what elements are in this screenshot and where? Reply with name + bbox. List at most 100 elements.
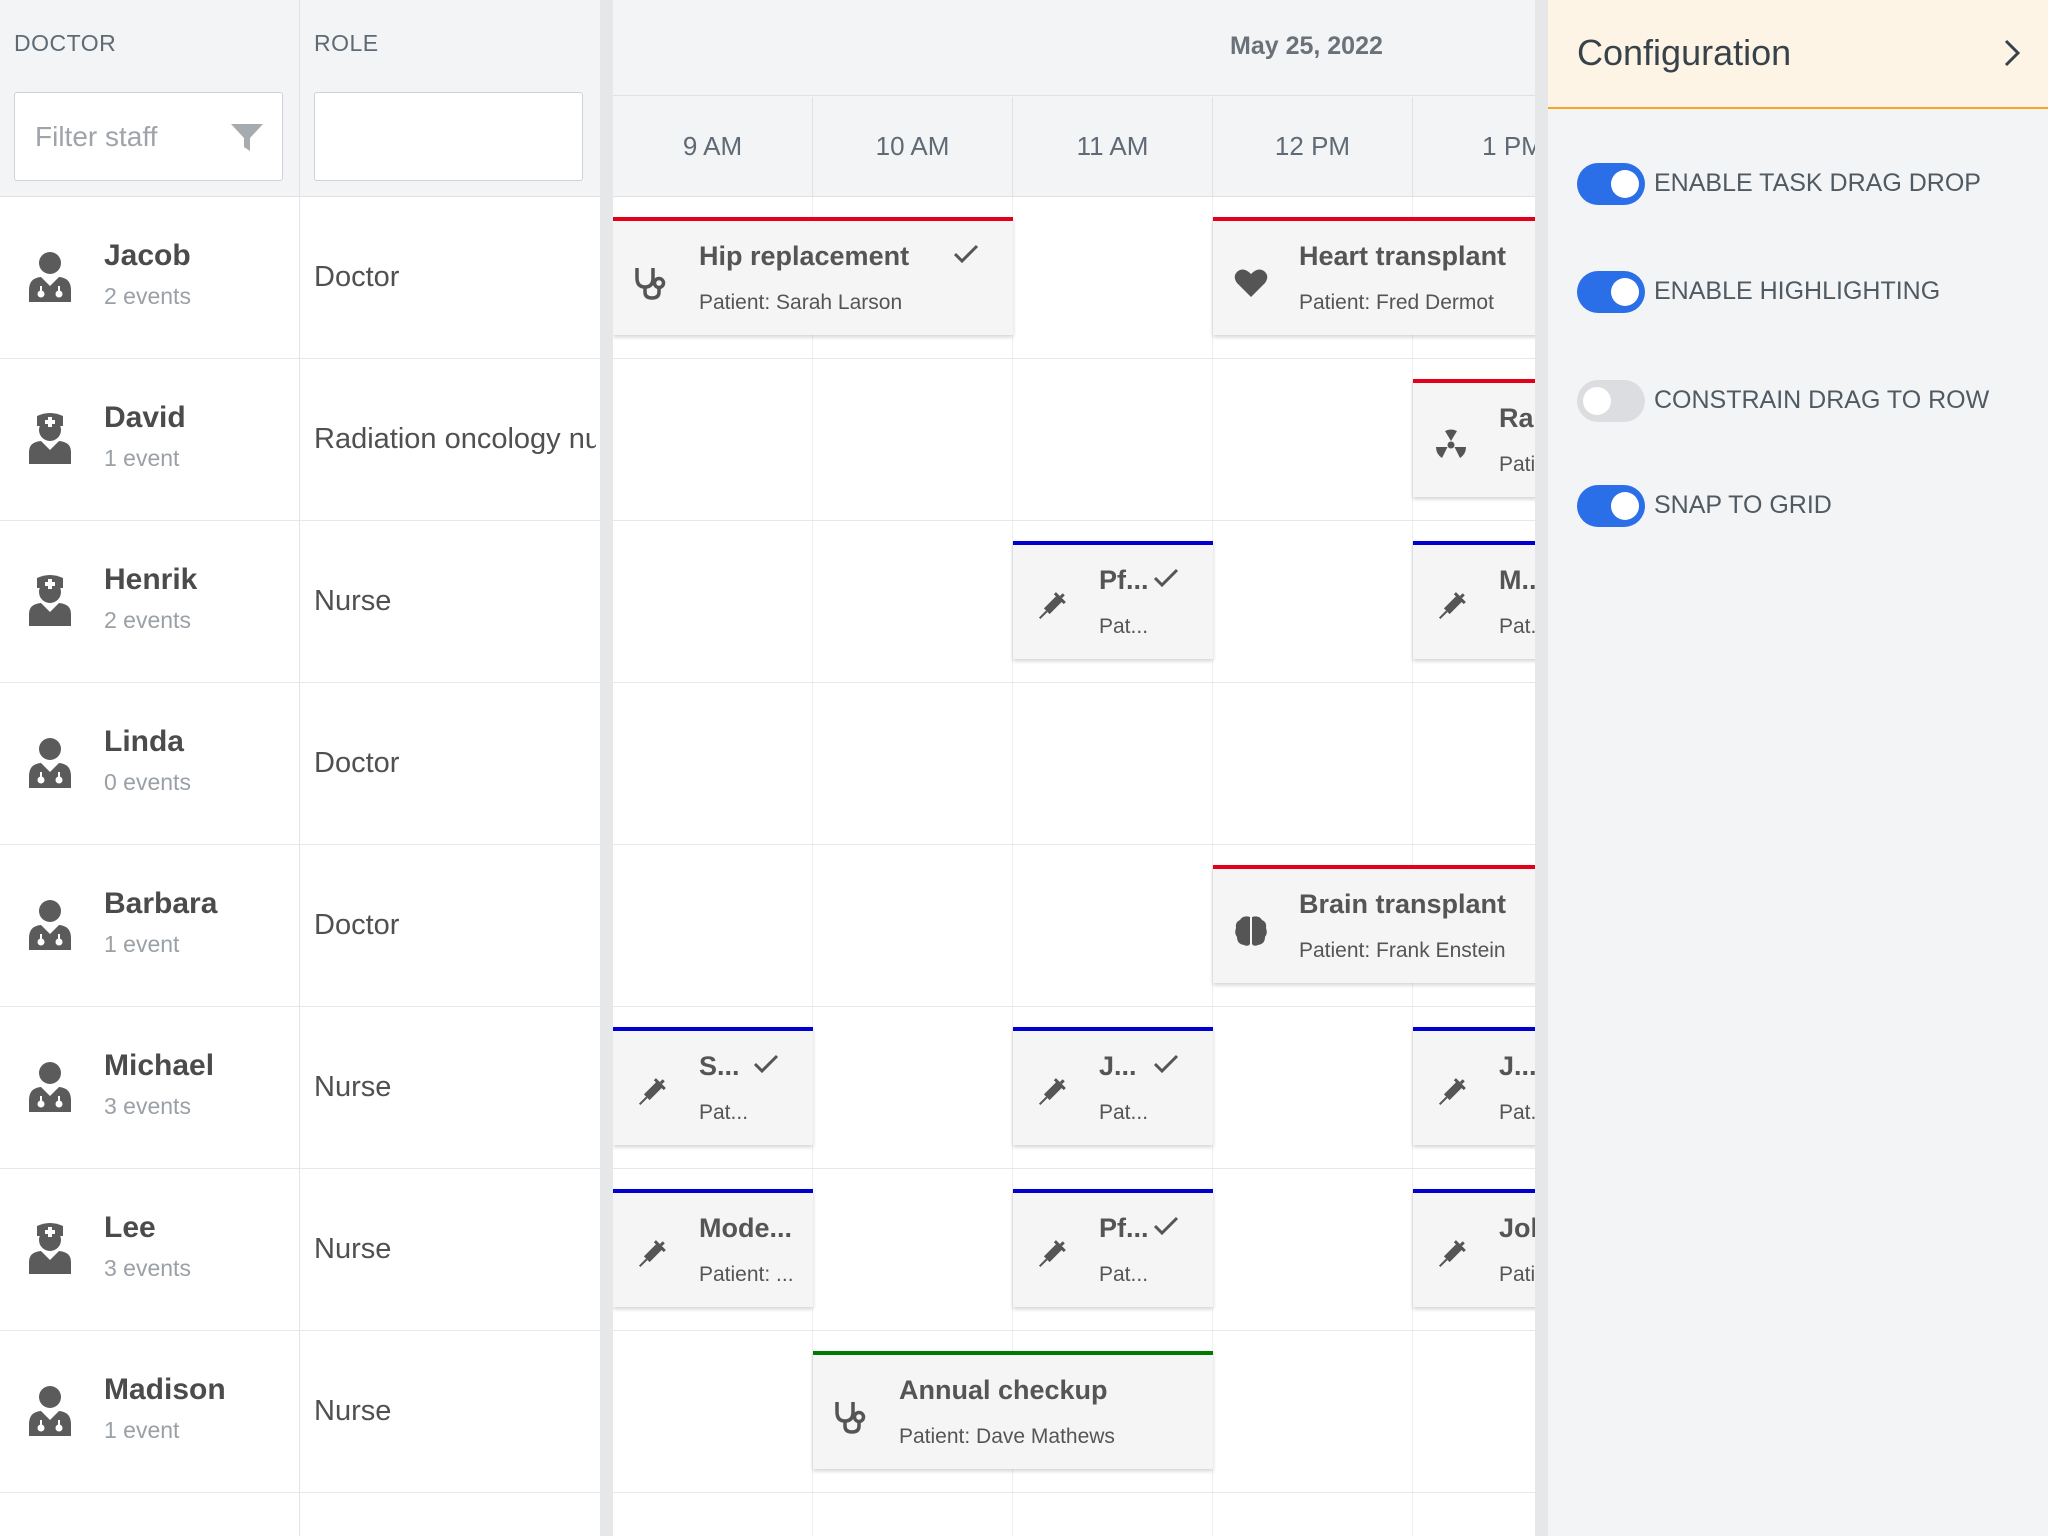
syringe-icon — [1033, 1237, 1069, 1273]
syringe-icon — [1033, 589, 1069, 625]
staff-row[interactable]: Barbara 1 event Doctor — [0, 845, 600, 1007]
toggle-knob — [1611, 278, 1639, 306]
event-vaccination[interactable]: S... Pat... — [613, 1027, 813, 1145]
event-annual-checkup[interactable]: Annual checkup Patient: Dave Mathews — [813, 1351, 1213, 1469]
event-brain-transplant[interactable]: Brain transplant Patient: Frank Enstein — [1213, 865, 1535, 983]
syringe-icon — [633, 1237, 669, 1273]
configuration-header: Configuration — [1548, 0, 2048, 109]
staff-name: Lee — [104, 1211, 156, 1244]
toggle-task-drag-drop[interactable] — [1577, 163, 1645, 205]
staff-row[interactable]: Jacob 2 events Doctor — [0, 197, 600, 359]
toggle-highlighting[interactable] — [1577, 271, 1645, 313]
event-title: J... — [1499, 1051, 1535, 1081]
chevron-right-icon[interactable] — [2002, 38, 2022, 68]
filter-icon[interactable] — [230, 123, 264, 153]
event-patient: Pat... — [1099, 615, 1149, 638]
event-vaccination[interactable]: J... Pat... — [1013, 1027, 1213, 1145]
brain-icon — [1233, 913, 1269, 949]
event-patient: Pat... — [1099, 1263, 1149, 1286]
doctor-avatar-icon — [27, 1060, 73, 1112]
event-title: Ra — [1499, 403, 1534, 433]
staff-row[interactable]: David 1 event Radiation oncology nurse — [0, 359, 600, 521]
event-patient: Patient: ... — [699, 1263, 794, 1286]
timeline-row-line — [613, 844, 1535, 845]
event-title: J... — [1099, 1051, 1137, 1081]
event-hip-replacement[interactable]: Hip replacement Patient: Sarah Larson — [613, 217, 1013, 335]
event-patient: Pat... — [699, 1101, 749, 1124]
configuration-panel: Configuration ENABLE TASK DRAG DROP ENAB… — [1548, 0, 2048, 1536]
check-icon — [1153, 1053, 1179, 1075]
staff-row[interactable]: Henrik 2 events Nurse — [0, 521, 600, 683]
event-vaccination[interactable]: Jol Pati — [1413, 1189, 1535, 1307]
column-header-role[interactable]: ROLE — [314, 30, 379, 57]
event-patient: Pat... — [1099, 1101, 1149, 1124]
nurse-avatar-icon — [27, 1222, 73, 1274]
check-icon — [753, 1053, 779, 1075]
staff-event-count: 3 events — [104, 1093, 191, 1119]
event-vaccination[interactable]: Pf... Pat... — [1013, 1189, 1213, 1307]
stethoscope-icon — [833, 1399, 869, 1435]
timeline-row-line — [613, 682, 1535, 683]
staff-role: Nurse — [314, 585, 392, 617]
toggle-knob — [1583, 387, 1611, 415]
role-filter-input[interactable] — [314, 92, 583, 181]
hour-label: 9 AM — [682, 131, 743, 161]
event-title: S... — [699, 1051, 740, 1081]
staff-row[interactable]: Linda 0 events Doctor — [0, 683, 600, 845]
staff-role: Doctor — [314, 909, 400, 941]
staff-name: Linda — [104, 725, 184, 758]
event-heart-transplant[interactable]: Heart transplant Patient: Fred Dermot — [1213, 217, 1535, 335]
event-title: Jol — [1499, 1213, 1535, 1243]
panel-splitter[interactable] — [1535, 0, 1548, 1536]
staff-name: Jacob — [104, 239, 191, 272]
column-header-doctor[interactable]: DOCTOR — [14, 30, 116, 57]
event-title: Pf... — [1099, 565, 1149, 595]
event-title: Hip replacement — [699, 241, 910, 271]
timeline-date-row: May 25, 2022 — [613, 0, 1535, 96]
syringe-icon — [1433, 1237, 1469, 1273]
check-icon — [1153, 1215, 1179, 1237]
schedule-timeline[interactable]: May 25, 2022 9 AM 10 AM 11 AM 12 PM 1 PM… — [613, 0, 1535, 1536]
doctor-avatar-icon — [27, 736, 73, 788]
event-patient: Pati — [1499, 453, 1535, 476]
staff-name: Madison — [104, 1373, 226, 1406]
check-icon — [953, 243, 979, 265]
staff-event-count: 3 events — [104, 1255, 191, 1281]
timeline-row-line — [613, 1330, 1535, 1331]
hour-column-header[interactable]: 9 AM — [613, 97, 813, 197]
event-patient: Pati — [1499, 1263, 1535, 1286]
hour-column-header[interactable]: 1 PM — [1413, 97, 1535, 197]
event-title: Pf... — [1099, 1213, 1149, 1243]
staff-filter-input[interactable]: Filter staff — [14, 92, 283, 181]
staff-role: Doctor — [314, 261, 400, 293]
event-title: Mode... — [699, 1213, 792, 1243]
hour-column-header[interactable]: 10 AM — [813, 97, 1013, 197]
timeline-row-line — [613, 1168, 1535, 1169]
event-vaccination[interactable]: J... Pat. — [1413, 1027, 1535, 1145]
staff-name: David — [104, 401, 186, 434]
event-title: Annual checkup — [899, 1375, 1108, 1405]
event-title: Brain transplant — [1299, 889, 1507, 919]
staff-row[interactable]: Lee 3 events Nurse — [0, 1169, 600, 1331]
staff-filter-placeholder: Filter staff — [35, 121, 158, 152]
hour-column-header[interactable]: 12 PM — [1213, 97, 1413, 197]
toggle-constrain-drag[interactable] — [1577, 380, 1645, 422]
event-vaccination[interactable]: Mode... Patient: ... — [613, 1189, 813, 1307]
event-vaccination[interactable]: M... Pat. — [1413, 541, 1535, 659]
staff-event-count: 1 event — [104, 931, 180, 957]
staff-grid: DOCTOR ROLE Filter staff Jacob 2 events … — [0, 0, 600, 1536]
staff-row[interactable]: Michael 3 events Nurse — [0, 1007, 600, 1169]
timeline-gridline — [1012, 197, 1013, 1536]
check-icon — [1153, 567, 1179, 589]
hour-column-header[interactable]: 11 AM — [1013, 97, 1213, 197]
event-vaccination[interactable]: Pf... Pat... — [1013, 541, 1213, 659]
timeline-header: May 25, 2022 9 AM 10 AM 11 AM 12 PM 1 PM — [613, 0, 1535, 197]
staff-row[interactable]: Madison 1 event Nurse — [0, 1331, 600, 1493]
event-patient: Patient: Sarah Larson — [699, 291, 903, 314]
column-divider[interactable] — [299, 0, 300, 1536]
event-radiation[interactable]: Ra Pati — [1413, 379, 1535, 497]
toggle-label: CONSTRAIN DRAG TO ROW — [1654, 386, 1990, 414]
stethoscope-icon — [633, 265, 669, 301]
grid-splitter[interactable] — [600, 0, 613, 1536]
toggle-snap-to-grid[interactable] — [1577, 485, 1645, 527]
